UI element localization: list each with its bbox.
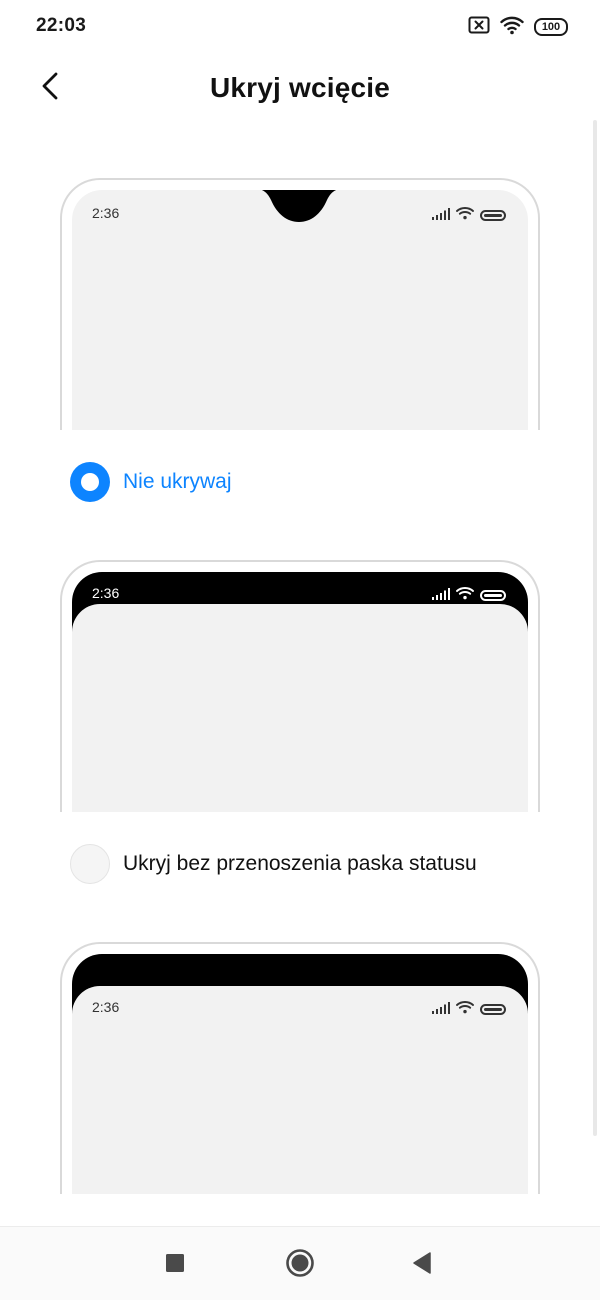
app-area: 2:36 [72,986,528,1194]
preview-hide-move-status[interactable]: 2:36 [60,942,540,1194]
preview-status-icons [432,206,506,225]
preview-status-icons [432,586,506,605]
battery-level: 100 [541,21,561,33]
phone-screen: 2:36 [72,954,528,1194]
status-time: 22:03 [36,15,87,36]
radio-button-checked[interactable] [70,462,110,502]
page-title: Ukryj wcięcie [209,72,391,103]
navigation-bar [0,1226,600,1300]
preview-status-bar: 2:36 [72,996,528,1018]
radio-button-unchecked[interactable] [70,844,110,884]
preview-time: 2:36 [92,585,120,601]
signal-icon [432,587,450,605]
option-nie-ukrywaj[interactable]: Nie ukrywaj [70,462,232,502]
app-area [72,604,528,812]
preview-hide-keep-status[interactable]: 2:36 [60,560,540,812]
phone-screen: 2:36 [72,572,528,812]
wifi-icon [456,206,474,225]
battery-icon: 100 [534,18,568,36]
sim-off-icon [468,16,490,39]
option-label: Nie ukrywaj [123,470,232,493]
option-ukryj-bez-przenoszenia[interactable]: Ukryj bez przenoszenia paska statusu [70,844,477,884]
phone-screen: 2:36 [72,190,528,430]
wifi-icon [456,586,474,605]
recents-button[interactable] [155,1245,195,1285]
preview-time: 2:36 [92,205,120,221]
header: Ukryj wcięcie [0,56,600,120]
recents-square-icon [165,1253,185,1278]
system-status-bar: 22:03 100 [0,0,600,52]
wifi-icon [500,15,524,40]
battery-icon [480,1004,506,1015]
nav-back-button[interactable] [402,1245,442,1285]
battery-icon [480,590,506,601]
wifi-icon [456,1000,474,1019]
battery-icon [480,210,506,221]
signal-icon [432,1001,450,1019]
preview-status-bar: 2:36 [72,202,528,224]
status-icons: 100 [468,14,568,40]
home-button[interactable] [280,1245,320,1285]
preview-time: 2:36 [92,999,120,1015]
option-label: Ukryj bez przenoszenia paska statusu [123,852,477,875]
signal-icon [432,207,450,225]
preview-status-icons [432,1000,506,1019]
preview-status-bar: 2:36 [72,582,528,604]
back-triangle-icon [412,1251,432,1279]
home-circle-icon [285,1248,315,1283]
preview-notch-visible[interactable]: 2:36 [60,178,540,430]
settings-content[interactable]: 2:36 Nie ukrywaj 2:36 Ukryj bez przenosz… [0,120,600,1226]
scrollbar[interactable] [593,120,597,1136]
